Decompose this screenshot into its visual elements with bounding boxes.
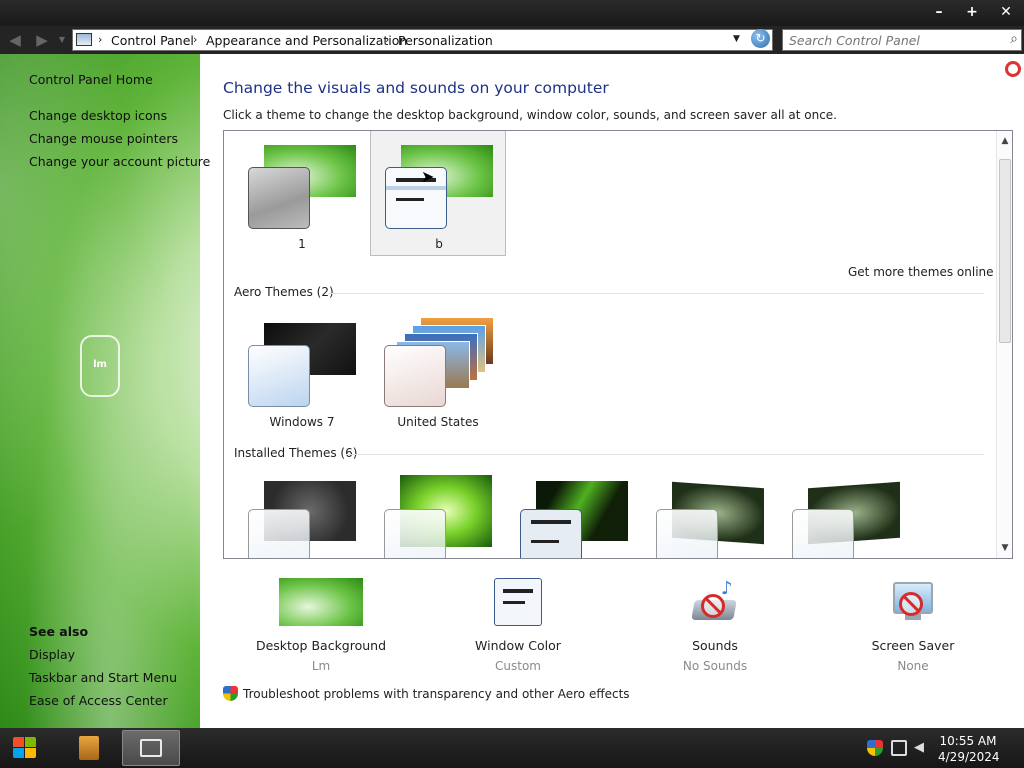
display-link[interactable]: Display [29,647,75,662]
installed-theme-tile[interactable] [642,469,778,558]
get-more-themes-link[interactable]: Get more themes online [848,265,994,279]
installed-themes-heading: Installed Themes (6) [234,446,358,460]
troubleshoot-link[interactable]: Troubleshoot problems with transparency … [223,686,630,701]
control-panel-home-link[interactable]: Control Panel Home [29,72,153,87]
setting-value: None [897,659,929,673]
installed-theme-tile[interactable] [370,469,506,558]
mouse-cursor-icon: ➤ [421,167,435,186]
sidebar: Control Panel Home Change desktop icons … [0,54,210,728]
recent-pages-dropdown[interactable]: ▼ [57,31,67,49]
page-title: Change the visuals and sounds on your co… [223,79,609,97]
file-cabinet-icon [79,736,99,760]
window-color-icon [494,578,542,626]
theme-tile-b[interactable]: b ➤ [370,131,506,256]
setting-value: No Sounds [682,659,748,673]
linux-mint-logo: lm [80,335,120,397]
theme-tile-1[interactable]: 1 [234,131,370,257]
theme-color-swatch [384,509,446,558]
breadcrumb-control-panel[interactable]: Control Panel [111,33,194,48]
search-icon[interactable]: ⌕ [1010,31,1018,47]
search-box[interactable]: ⌕ [782,29,1022,51]
window-color-setting[interactable]: Window Color Custom [443,578,593,673]
setting-title: Desktop Background [255,638,387,653]
screen-saver-icon [889,578,937,626]
clock-date: 4/29/2024 [938,750,1000,764]
divider [346,454,984,455]
windows-logo-icon [13,737,24,747]
installed-theme-tile[interactable] [506,469,642,558]
setting-value: Custom [495,659,541,673]
breadcrumb-separator: › [98,33,103,46]
scroll-down-icon[interactable]: ▼ [997,540,1012,556]
change-account-picture-link[interactable]: Change your account picture [29,154,210,169]
breadcrumb-personalization[interactable]: Personalization [398,33,493,48]
theme-color-swatch [520,509,582,558]
theme-color-swatch [248,509,310,558]
setting-title: Screen Saver [871,638,955,653]
theme-color-swatch [385,167,447,229]
themes-scrollbar[interactable]: ▲ ▼ [996,131,1012,558]
search-input[interactable] [783,30,993,50]
help-icon[interactable] [1005,61,1021,77]
control-panel-icon [140,739,162,757]
network-icon[interactable] [891,740,907,756]
theme-color-swatch [656,509,718,558]
theme-label: 1 [298,237,306,251]
action-center-icon[interactable] [867,740,883,756]
themes-list: 1 b ➤ Get more themes online Aero Themes… [223,130,1013,559]
control-panel-icon [76,33,92,46]
setting-title: Sounds [692,638,738,653]
taskbar-control-panel-button[interactable] [122,730,180,766]
theme-color-swatch [384,345,446,407]
theme-tile-united-states[interactable]: United States [370,309,506,435]
theme-color-swatch [248,345,310,407]
aero-themes-heading: Aero Themes (2) [234,285,334,299]
taskbar-start-menu-link[interactable]: Taskbar and Start Menu [29,670,177,685]
forward-button[interactable]: ▶ [33,31,51,49]
desktop-background-setting[interactable]: Desktop Background Lm [246,578,396,673]
back-button[interactable]: ◀ [6,31,24,49]
title-bar: – + ✕ [0,0,1024,26]
troubleshoot-label: Troubleshoot problems with transparency … [243,687,630,701]
sounds-icon: ♪ [691,578,739,626]
scroll-up-icon[interactable]: ▲ [997,133,1012,149]
close-button[interactable]: ✕ [991,1,1021,23]
shield-icon [223,686,238,701]
breadcrumb-separator: › [193,33,198,46]
breadcrumb-appearance[interactable]: Appearance and Personalization [206,33,407,48]
see-also-heading: See also [29,624,89,639]
theme-tile-windows-7[interactable]: Windows 7 [234,309,370,435]
start-button[interactable] [8,730,44,766]
minimize-button[interactable]: – [924,1,954,23]
installed-theme-tile[interactable] [778,469,914,558]
change-desktop-icons-link[interactable]: Change desktop icons [29,108,167,123]
chevron-down-icon[interactable]: ▼ [733,34,740,44]
theme-label: United States [397,415,479,429]
taskbar: ◀ 10:55 AM 4/29/2024 [0,728,1024,768]
divider [328,293,984,294]
address-toolbar: ◀ ▶ ▼ › Control Panel › Appearance and P… [0,26,1024,54]
theme-color-swatch [248,167,310,229]
setting-value: Lm [311,659,331,673]
maximize-button[interactable]: + [957,1,987,23]
change-mouse-pointers-link[interactable]: Change mouse pointers [29,131,178,146]
theme-label: Windows 7 [269,415,335,429]
scroll-thumb[interactable] [999,159,1011,343]
installed-theme-tile[interactable] [234,469,370,558]
setting-title: Window Color [475,638,561,653]
theme-color-swatch [792,509,854,558]
breadcrumb-separator: › [385,33,390,46]
desktop-background-icon [279,578,363,626]
sounds-setting[interactable]: ♪ Sounds No Sounds [640,578,790,673]
ease-of-access-link[interactable]: Ease of Access Center [29,693,168,708]
system-clock[interactable]: 10:55 AM 4/29/2024 [938,733,1000,765]
volume-icon[interactable]: ◀ [914,740,930,756]
refresh-icon[interactable]: ↻ [751,29,770,48]
address-bar[interactable]: › Control Panel › Appearance and Persona… [72,29,773,51]
theme-label: b [435,237,443,251]
taskbar-file-manager-button[interactable] [66,730,112,766]
page-subtitle: Click a theme to change the desktop back… [223,108,837,122]
screen-saver-setting[interactable]: Screen Saver None [838,578,988,673]
clock-time: 10:55 AM [939,734,997,748]
